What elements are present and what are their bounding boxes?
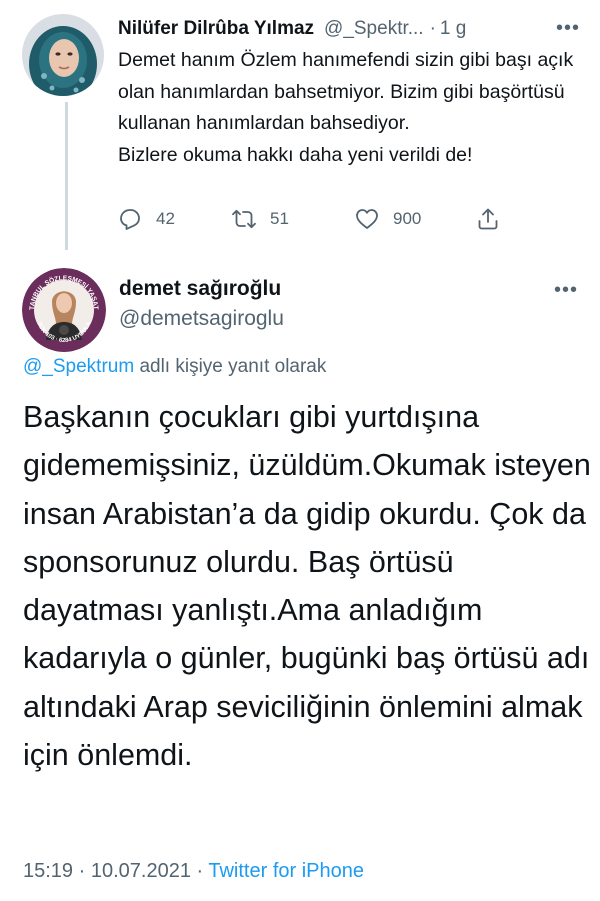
separator-dot: · [73,860,91,882]
user-handle[interactable]: @demetsagiroglu [119,307,284,331]
user-handle[interactable]: @_Spektr... [324,18,424,40]
separator-dot: · [190,860,209,882]
reply-button[interactable]: 42 [118,202,175,236]
tweet-time[interactable]: 1 g [440,18,466,40]
reply-count: 42 [156,209,175,228]
tweet-text: Başkanın çocukları gibi yurtdışına gidem… [23,393,593,779]
replying-to: @_Spektrum adlı kişiye yanıt olarak [23,356,326,378]
reply-icon [120,209,140,230]
tweet-timestamp: 15:19 · 10.07.2021 · Twitter for iPhone [23,860,364,883]
reply-to-handle-link[interactable]: @_Spektrum [23,356,134,377]
avatar[interactable]: İSTANBUL SÖZLEŞMESİ YAŞATIR TCK-103 · 62… [22,268,106,352]
like-button[interactable]: 900 [355,202,421,236]
avatar[interactable] [22,14,104,96]
retweet-count: 51 [270,209,289,228]
tweet-time[interactable]: 15:19 [23,860,73,882]
share-button[interactable] [476,202,500,236]
display-name[interactable]: demet sağıroğlu [119,277,281,301]
tweet-actions: 42 51 900 [118,202,508,236]
separator-dot: · [429,18,436,39]
reply-to-label: adlı kişiye yanıt olarak [134,356,327,377]
tweet-source-link[interactable]: Twitter for iPhone [208,860,364,882]
tweet-text-content: Demet hanım Özlem hanımefendi sizin gibi… [118,49,574,166]
heart-icon [356,209,378,229]
thread-connector-line [65,102,68,250]
tweet-date[interactable]: 10.07.2021 [91,860,191,882]
display-name[interactable]: Nilüfer Dilrûba Yılmaz [118,18,314,40]
share-icon [478,208,498,230]
retweet-icon [232,209,256,229]
more-options-icon[interactable]: ••• [554,279,578,302]
like-count: 900 [393,209,422,228]
tweet-text-content: Başkanın çocukları gibi yurtdışına gidem… [23,400,591,773]
avatar-photo [22,14,104,96]
tweet-text: Demet hanım Özlem hanımefendi sizin gibi… [118,45,588,171]
tweet-header: Nilüfer Dilrûba Yılmaz @_Spektr... · 1 g… [118,14,580,44]
avatar-photo-with-badge: İSTANBUL SÖZLEŞMESİ YAŞATIR TCK-103 · 62… [22,268,106,352]
more-options-icon[interactable]: ••• [556,17,580,40]
retweet-button[interactable]: 51 [232,202,289,236]
